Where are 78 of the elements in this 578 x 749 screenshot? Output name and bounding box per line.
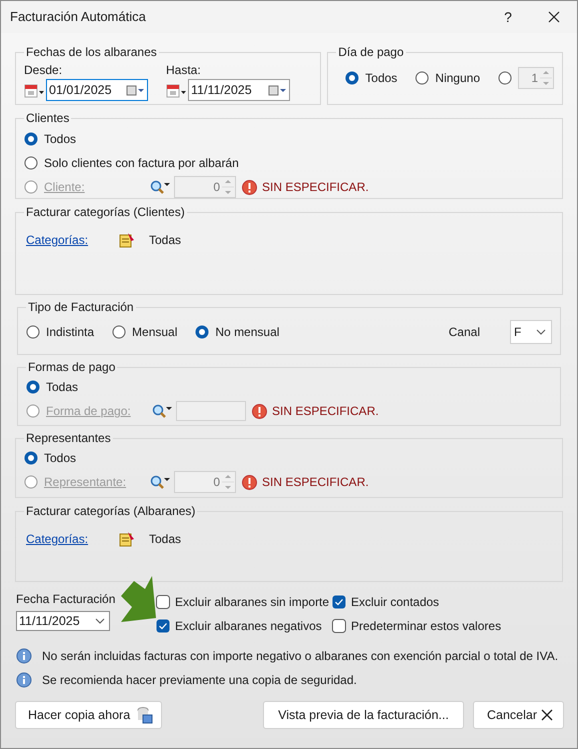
date-field[interactable]: 11/11/2025 [188,79,290,101]
radio-button[interactable] [195,325,210,339]
radio-label: Solo clientes con factura por albarán [44,155,239,172]
radio-label: Todas [46,379,78,396]
group-title: Clientes [25,110,70,127]
status-text: SIN ESPECIFICAR. [262,179,369,196]
checkbox[interactable] [156,595,170,609]
note-icon[interactable] [118,232,135,248]
cancel-button[interactable]: Cancelar [473,701,564,729]
radio-button[interactable] [24,451,38,465]
calendar-icon[interactable] [268,83,286,97]
group-title: Fechas de los albaranes [25,44,158,61]
spin-field[interactable]: 1 [518,67,554,89]
radio-button[interactable] [24,156,38,170]
field-label: Hasta: [166,62,202,79]
radio-button[interactable] [24,132,38,146]
group-title: Día de pago [337,44,405,61]
lookup-field[interactable] [176,401,246,421]
radio-button[interactable] [26,380,40,394]
checkbox-label: Excluir albaranes sin importe [175,594,330,611]
field-label: Fecha Facturación [16,591,116,608]
window-title: Facturación Automática [10,8,147,26]
radio-label: Todos [365,70,398,87]
help-button[interactable]: ? [485,6,531,28]
group-title: Facturar categorías (Albaranes) [25,503,196,520]
checkbox[interactable] [332,619,346,633]
categories-value: Todas [149,232,182,249]
database-icon [136,706,153,724]
calendar-icon[interactable] [126,83,144,97]
search-icon[interactable] [150,474,170,490]
checkbox-label: Excluir albaranes negativos [175,618,322,635]
error-icon [242,474,257,490]
group-title: Tipo de Facturación [27,299,135,316]
radio-button[interactable] [112,325,126,339]
field-label: Desde: [24,62,64,79]
group-title: Formas de pago [27,359,116,376]
date-field[interactable]: 11/11/2025 [16,611,110,631]
checkbox-label: Excluir contados [351,594,440,611]
status-text: SIN ESPECIFICAR. [272,403,379,420]
radio-label: Indistinta [46,324,94,341]
radio-button[interactable] [345,71,360,85]
group-title: Representantes [25,430,112,447]
radio-button[interactable] [498,71,512,85]
categories-link[interactable]: Categorías: [26,530,118,548]
categories-link[interactable]: Categorías: [26,231,118,249]
info-icon [16,648,32,664]
close-icon [541,709,553,721]
note-text: No serán incluidas facturas con importe negativo o albaranes con exención parcial o total de IVA. [42,648,558,665]
radio-button[interactable] [415,71,430,85]
backup-button[interactable]: Hacer copia ahora [15,701,162,729]
status-text: SIN ESPECIFICAR. [262,474,369,491]
date-field[interactable]: 01/01/2025 [46,79,148,101]
error-icon [252,404,267,418]
calendar-icon[interactable] [24,82,44,98]
group-title: Facturar categorías (Clientes) [25,204,186,221]
info-icon [16,672,32,688]
note-text: Se recomienda hacer previamente una copia de seguridad. [42,672,357,689]
radio-label: Ninguno [435,70,480,87]
radio-label: No mensual [215,324,280,341]
preview-button[interactable]: Vista previa de la facturación... [263,701,464,729]
radio-label: Todos [44,131,76,148]
search-icon[interactable] [150,180,170,194]
channel-dropdown[interactable]: F [510,320,552,344]
checkbox-label: Predeterminar estos valores [351,618,502,635]
search-icon[interactable] [152,404,172,418]
calendar-icon[interactable] [166,82,186,98]
note-icon[interactable] [118,531,135,547]
chevron-down-icon[interactable] [95,618,105,624]
checkbox[interactable] [156,619,170,633]
categories-value: Todas [149,531,182,548]
radio-label: Todos [44,450,76,467]
radio-label: Mensual [132,324,178,341]
field-label: Canal [448,324,480,341]
checkbox[interactable] [332,595,346,609]
close-icon[interactable] [547,10,561,24]
radio-button[interactable] [26,325,40,339]
chevron-down-icon[interactable] [536,329,546,335]
error-icon [242,180,257,194]
